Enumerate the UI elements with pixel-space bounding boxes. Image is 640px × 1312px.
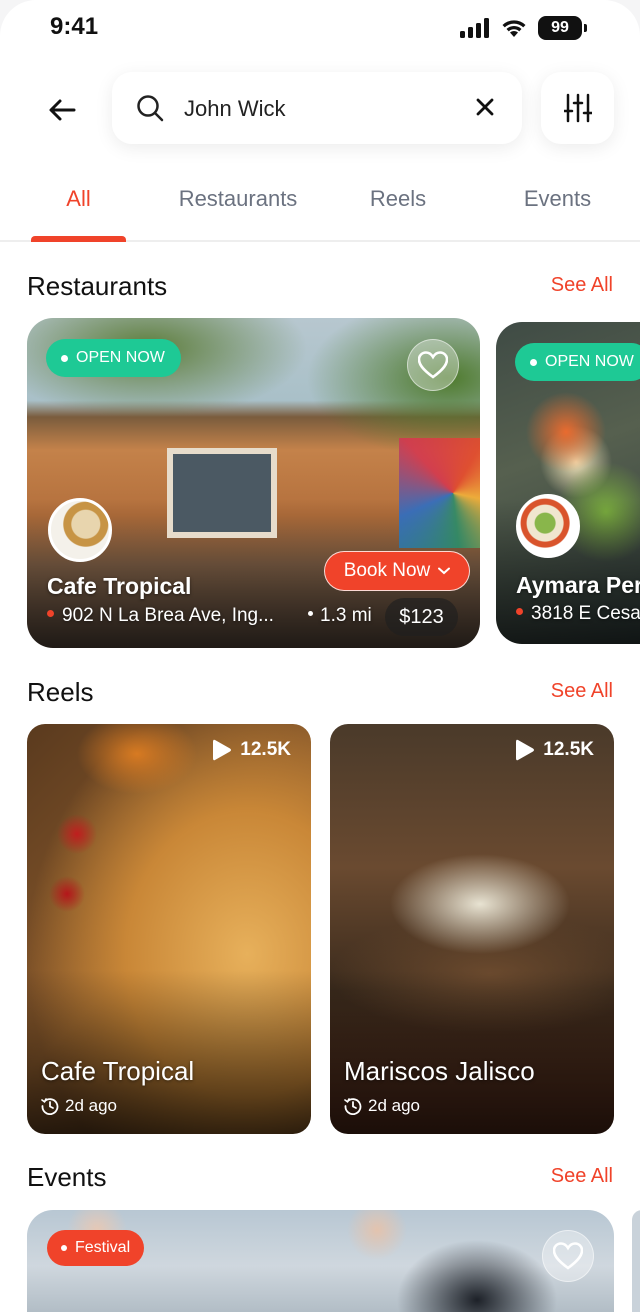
- reel-views-count: 12.5K: [240, 739, 291, 760]
- favorite-button[interactable]: [407, 339, 459, 391]
- clock-icon: [41, 1098, 59, 1115]
- arrow-left-icon: [49, 99, 76, 121]
- sliders-icon: [563, 93, 592, 123]
- search-input[interactable]: John Wick: [184, 96, 285, 122]
- search-icon: [137, 95, 164, 122]
- battery-level: 99: [551, 19, 569, 36]
- reel-title: Cafe Tropical: [41, 1056, 195, 1086]
- restaurant-distance: 1.3 mi: [308, 605, 372, 627]
- restaurant-distance-text: 1.3 mi: [320, 605, 372, 626]
- status-icons: 99: [460, 16, 587, 40]
- event-tag-badge: Festival: [47, 1230, 145, 1266]
- search-bar[interactable]: John Wick: [112, 72, 522, 144]
- separator-dot-icon: [308, 611, 313, 617]
- location-dot-icon: [516, 608, 523, 616]
- restaurant-address-text: 902 N La Brea Ave, Ing...: [62, 605, 274, 626]
- card-image-detail: [399, 438, 480, 548]
- play-icon: [213, 739, 232, 761]
- signal-icon: [460, 18, 489, 38]
- reel-time: 2d ago: [41, 1096, 117, 1116]
- restaurant-address-text: 3818 E Cesa: [531, 603, 640, 624]
- tab-restaurants[interactable]: Restaurants: [158, 186, 318, 212]
- active-tab-indicator: [31, 236, 126, 242]
- reel-time-text: 2d ago: [368, 1096, 420, 1115]
- tab-all[interactable]: All: [31, 186, 126, 212]
- reel-views: 12.5K: [515, 738, 594, 762]
- heart-icon: [418, 351, 448, 379]
- reel-card[interactable]: 12.5K Cafe Tropical 2d ago: [27, 724, 311, 1134]
- open-now-badge: OPEN NOW: [46, 339, 181, 377]
- book-now-button[interactable]: Book Now: [324, 551, 470, 591]
- back-button[interactable]: [40, 88, 84, 132]
- close-icon[interactable]: [474, 96, 496, 118]
- price-badge: $123: [385, 598, 458, 636]
- wifi-icon: [502, 20, 526, 37]
- restaurant-address: 902 N La Brea Ave, Ing...: [47, 605, 274, 627]
- filter-button[interactable]: [541, 72, 614, 144]
- favorite-button[interactable]: [542, 1230, 594, 1282]
- app-screen: 9:41 99 John Wick All Restaurants Reels …: [0, 0, 640, 1312]
- event-card[interactable]: [632, 1210, 640, 1312]
- restaurant-card-aymara[interactable]: OPEN NOW Aymara Per 3818 E Cesa: [496, 322, 640, 644]
- heart-icon: [553, 1242, 583, 1270]
- status-time: 9:41: [50, 13, 99, 40]
- see-all-restaurants[interactable]: See All: [551, 274, 613, 297]
- tab-events[interactable]: Events: [500, 186, 615, 212]
- reel-time: 2d ago: [344, 1096, 420, 1116]
- reel-time-text: 2d ago: [65, 1096, 117, 1115]
- open-now-badge: OPEN NOW: [515, 343, 640, 381]
- restaurant-name: Aymara Per: [516, 572, 640, 598]
- card-image-detail: [167, 448, 277, 538]
- section-title-restaurants: Restaurants: [27, 271, 168, 301]
- see-all-events[interactable]: See All: [551, 1165, 613, 1188]
- chevron-down-icon: [438, 567, 451, 575]
- battery-indicator: 99: [538, 16, 587, 40]
- restaurant-address: 3818 E Cesa: [516, 603, 640, 625]
- location-dot-icon: [47, 610, 54, 618]
- restaurant-card-cafe-tropical[interactable]: OPEN NOW Cafe Tropical Book Now 902 N La…: [27, 318, 480, 648]
- event-card[interactable]: Festival: [27, 1210, 614, 1312]
- play-icon: [516, 739, 535, 761]
- restaurant-thumbnail: [48, 498, 112, 562]
- section-title-events: Events: [27, 1162, 107, 1192]
- clock-icon: [344, 1098, 362, 1115]
- reel-views-count: 12.5K: [543, 739, 594, 760]
- see-all-reels[interactable]: See All: [551, 680, 613, 703]
- restaurant-thumbnail: [516, 494, 580, 558]
- reel-title: Mariscos Jalisco: [344, 1056, 535, 1086]
- tab-reels[interactable]: Reels: [348, 186, 448, 212]
- section-title-reels: Reels: [27, 677, 94, 707]
- restaurant-name: Cafe Tropical: [47, 573, 192, 599]
- tab-bar: All Restaurants Reels Events: [0, 160, 640, 242]
- reel-views: 12.5K: [212, 738, 291, 762]
- status-bar: 9:41 99: [0, 0, 640, 56]
- book-now-label: Book Now: [343, 560, 431, 581]
- reel-card[interactable]: 12.5K Mariscos Jalisco 2d ago: [330, 724, 614, 1134]
